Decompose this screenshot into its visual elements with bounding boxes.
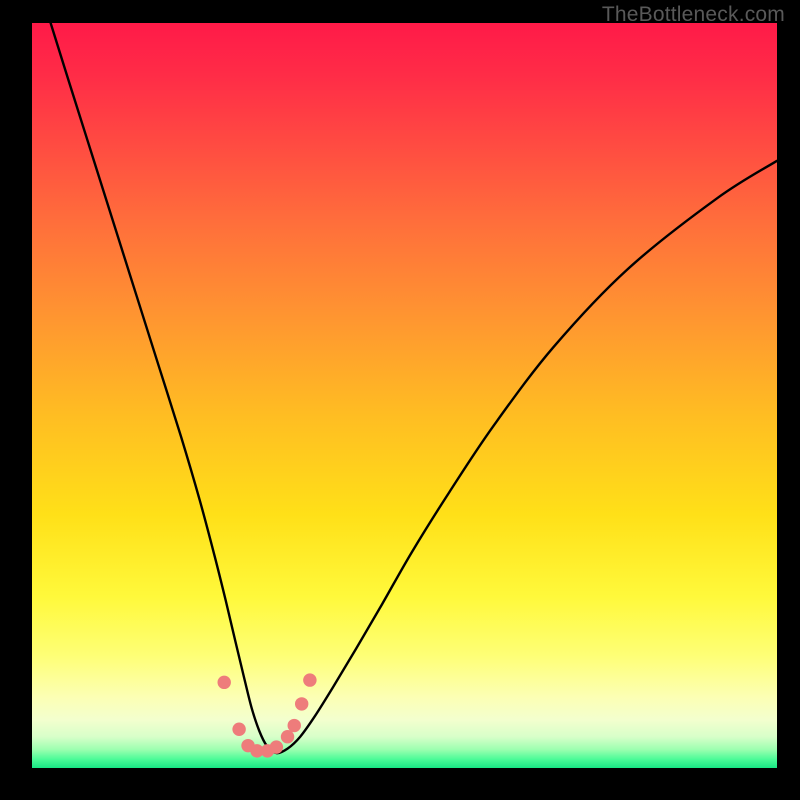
highlight-dot: [295, 697, 308, 710]
highlight-dot: [232, 723, 245, 736]
gradient-background: [32, 23, 777, 768]
plot-area: [32, 23, 777, 768]
highlight-dot: [281, 730, 294, 743]
outer-frame: TheBottleneck.com: [0, 0, 800, 800]
highlight-dot: [218, 676, 231, 689]
chart-svg: [32, 23, 777, 768]
highlight-dot: [303, 673, 316, 686]
highlight-dot: [270, 740, 283, 753]
watermark-text: TheBottleneck.com: [602, 3, 785, 27]
highlight-dot: [288, 719, 301, 732]
